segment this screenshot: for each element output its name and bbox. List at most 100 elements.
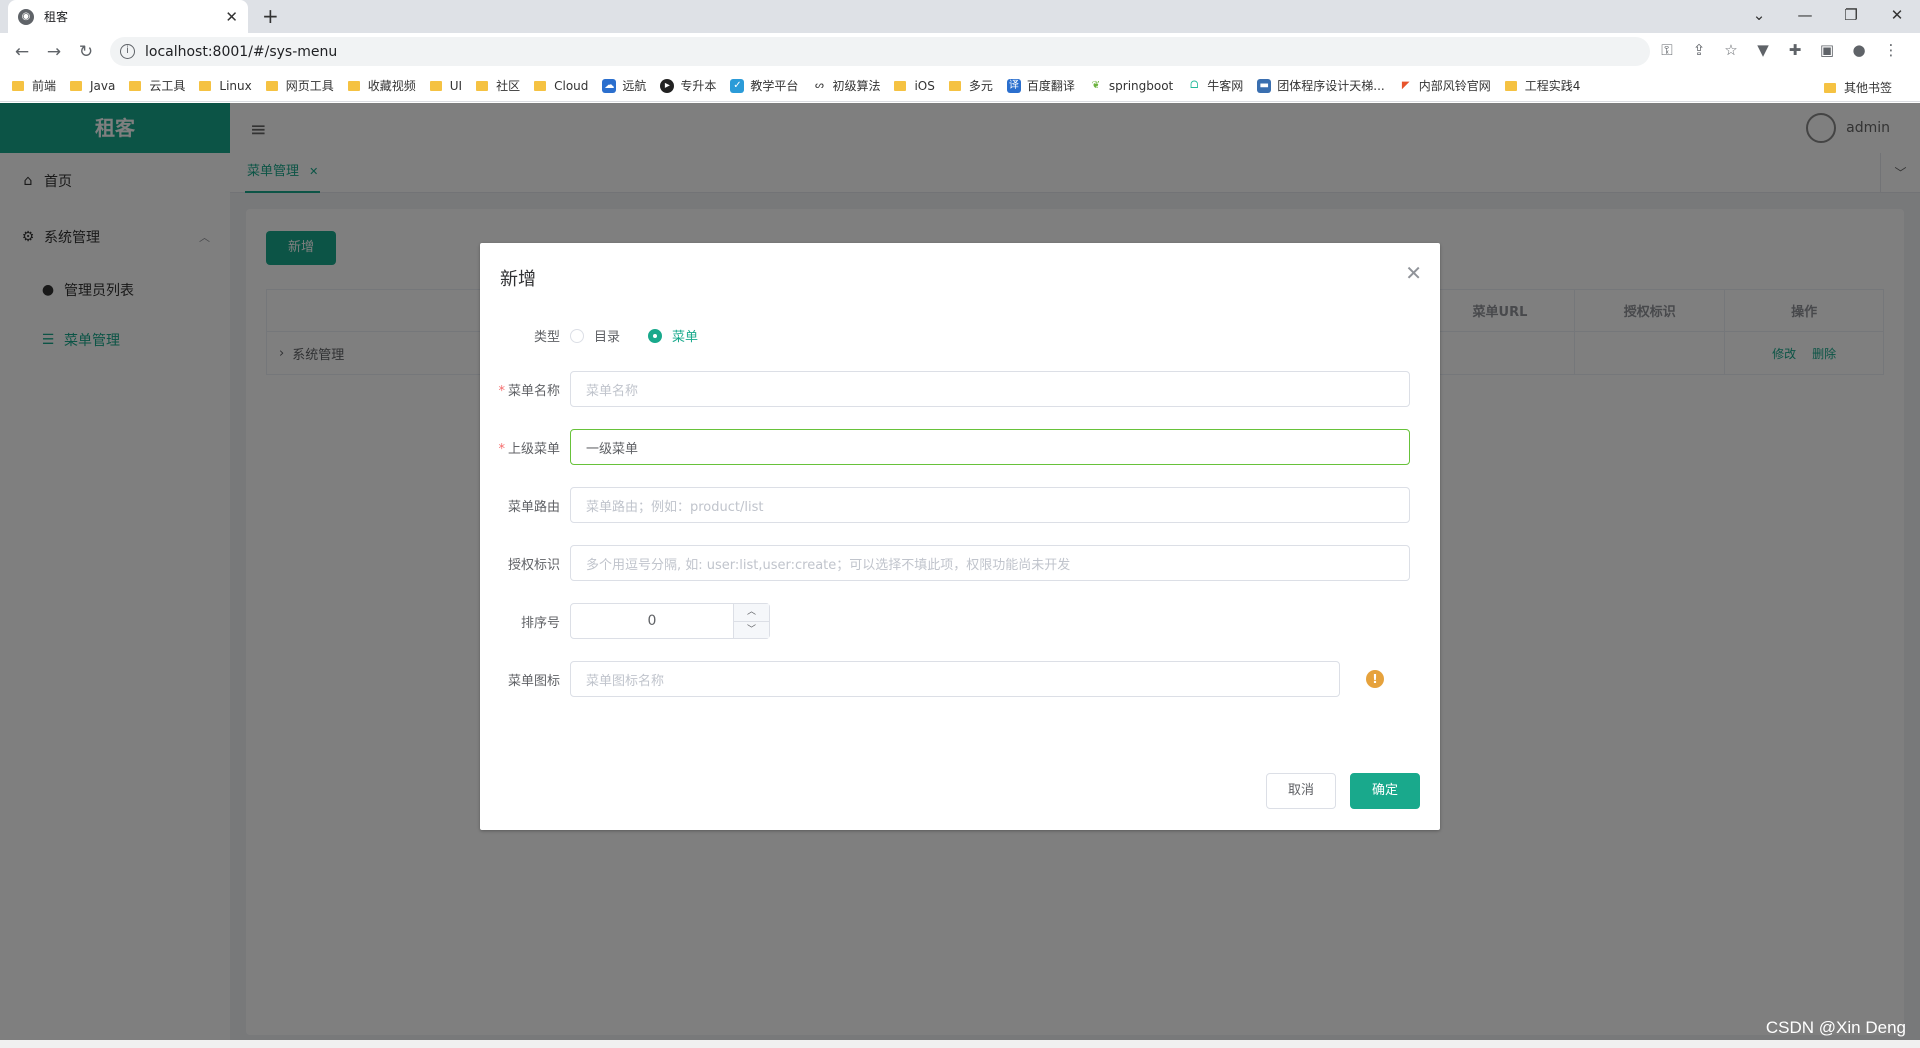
bookmark-label: springboot — [1108, 78, 1174, 93]
bookmark-label: Linux — [219, 78, 252, 93]
flag-icon: ◤ — [1398, 78, 1413, 93]
folder-icon — [129, 80, 142, 91]
bookmark-item[interactable]: Java — [70, 79, 115, 93]
bookmark-label: 教学平台 — [750, 79, 799, 93]
order-value[interactable]: 0 — [571, 604, 733, 638]
forward-icon[interactable]: → — [38, 42, 70, 62]
folder-icon — [347, 80, 360, 91]
spring-icon: ❦ — [1088, 78, 1103, 93]
globe-icon: ◉ — [18, 8, 34, 25]
bookmark-item[interactable]: Cloud — [534, 79, 588, 93]
folder-icon — [948, 80, 961, 91]
warning-icon[interactable]: ! — [1366, 670, 1384, 688]
increase-icon[interactable]: ︿ — [734, 604, 769, 622]
bookmark-label: 前端 — [32, 79, 57, 93]
order-stepper[interactable]: 0 ︿ ﹀ — [570, 603, 770, 639]
menu-dots-icon[interactable]: ⋮ — [1882, 41, 1900, 59]
radio-directory[interactable]: 目录 — [570, 326, 620, 345]
key-icon[interactable]: ⚿ — [1658, 41, 1676, 59]
bookmark-item[interactable]: 云工具 — [129, 77, 185, 94]
bookmark-item[interactable]: ᗝ 牛客网 — [1187, 77, 1243, 94]
type-row: 类型 目录 菜单 — [480, 326, 1440, 345]
name-label-wrap: * 菜单名称 — [480, 380, 570, 399]
cancel-button[interactable]: 取消 — [1266, 773, 1336, 809]
bookmark-label: 牛客网 — [1207, 79, 1244, 93]
folder-icon — [534, 80, 547, 91]
back-icon[interactable]: ← — [6, 42, 38, 62]
type-label: 类型 — [533, 330, 560, 345]
reload-icon[interactable]: ↻ — [70, 42, 102, 62]
menu-name-input[interactable]: 菜单名称 — [570, 371, 1410, 407]
dialog-title: 新增 — [500, 269, 536, 290]
sidepanel-icon[interactable]: ▣ — [1818, 41, 1836, 59]
omnibox[interactable]: i localhost:8001/#/sys-menu — [110, 37, 1650, 66]
decrease-icon[interactable]: ﹀ — [734, 622, 769, 639]
bookmark-item[interactable]: 多元 — [948, 77, 993, 94]
bookmark-item[interactable]: 工程实践4 — [1504, 77, 1581, 94]
confirm-button[interactable]: 确定 — [1350, 773, 1420, 809]
bookmark-label: 收藏视频 — [367, 79, 416, 93]
order-row: 排序号 0 ︿ ﹀ — [480, 603, 1440, 639]
menu-icon-input[interactable]: 菜单图标名称 — [570, 661, 1340, 697]
bookmark-item[interactable]: 译百度翻译 — [1006, 77, 1075, 94]
parent-row: * 上级菜单 一级菜单 — [480, 429, 1440, 465]
window-controls: ⌄ — ❐ ✕ — [1736, 0, 1920, 33]
bookmark-item[interactable]: 社区 — [476, 77, 520, 94]
bookmark-item[interactable]: 收藏视频 — [347, 77, 416, 94]
menu-route-input[interactable]: 菜单路由；例如：product/list — [570, 487, 1410, 523]
close-icon[interactable]: ✕ — [1405, 261, 1422, 285]
folder-icon — [894, 80, 907, 91]
radio-menu[interactable]: 菜单 — [648, 326, 698, 345]
bookmark-label: Cloud — [554, 78, 589, 93]
bookmark-item[interactable]: ❦ springboot — [1088, 78, 1174, 93]
bookmark-label: 内部风铃官网 — [1418, 79, 1491, 93]
folder-icon — [265, 80, 278, 91]
profile-icon[interactable]: ● — [1850, 41, 1868, 59]
browser-tab[interactable]: ◉ 租客 ✕ — [8, 0, 248, 33]
bookmark-item[interactable]: ☁ 远航 — [602, 77, 646, 94]
permission-input[interactable]: 多个用逗号分隔, 如: user:list,user:create；可以选择不填… — [570, 545, 1410, 581]
bookmark-label: 初级算法 — [832, 79, 881, 93]
parent-label-wrap: * 上级菜单 — [480, 438, 570, 457]
restore-icon[interactable]: ❐ — [1828, 0, 1874, 33]
bookmark-label: 工程实践4 — [1524, 79, 1581, 93]
site-info-icon[interactable]: i — [120, 44, 135, 59]
share-icon[interactable]: ⇪ — [1690, 41, 1708, 59]
new-tab-icon[interactable]: + — [262, 4, 279, 28]
bookmark-item[interactable]: Linux — [199, 78, 252, 93]
radio-label: 菜单 — [672, 330, 699, 345]
bookmark-label: 团体程序设计天梯... — [1277, 79, 1385, 93]
folder-icon — [1504, 80, 1517, 91]
bookmark-item[interactable]: iOS — [894, 79, 935, 93]
extension-v-icon[interactable]: ▼ — [1754, 41, 1772, 59]
translate-icon: 译 — [1006, 78, 1021, 93]
watermark: CSDN @Xin Deng — [1765, 1018, 1906, 1037]
other-bookmarks[interactable]: 其他书签 — [1823, 79, 1892, 96]
tab-search-icon[interactable]: ⌄ — [1736, 0, 1782, 33]
route-label: 菜单路由 — [507, 499, 560, 515]
close-window-icon[interactable]: ✕ — [1874, 0, 1920, 33]
bookmark-item[interactable]: 前端 — [12, 77, 56, 94]
bookmark-item[interactable]: ✓ 教学平台 — [730, 77, 798, 94]
minimize-icon[interactable]: — — [1782, 0, 1828, 33]
parent-menu-input[interactable]: 一级菜单 — [570, 429, 1410, 465]
perm-label: 授权标识 — [507, 557, 560, 573]
puzzle-icon[interactable]: ✚ — [1786, 41, 1804, 59]
star-icon[interactable]: ☆ — [1722, 41, 1740, 59]
url-text[interactable]: localhost:8001/#/sys-menu — [145, 44, 337, 60]
radio-dot — [570, 328, 584, 343]
required-mark: * — [498, 383, 505, 399]
bookmark-item[interactable]: 网页工具 — [265, 77, 334, 94]
bookmark-item[interactable]: ▬ 团体程序设计天梯... — [1257, 77, 1385, 94]
bookmark-label: 网页工具 — [285, 79, 334, 93]
bookmark-item[interactable]: ▸ 专升本 — [660, 77, 716, 94]
bookmark-label: 多元 — [968, 79, 993, 93]
bookmark-item[interactable]: ◤ 内部风铃官网 — [1398, 77, 1491, 94]
bookmark-label: UI — [449, 78, 463, 93]
nowcoder-icon: ᗝ — [1187, 78, 1202, 93]
parent-label: 上级菜单 — [507, 441, 560, 457]
required-mark: * — [498, 441, 505, 457]
close-tab-icon[interactable]: ✕ — [225, 8, 238, 26]
bookmark-item[interactable]: UI — [429, 78, 463, 93]
bookmark-item[interactable]: ᔕ 初级算法 — [812, 77, 880, 94]
